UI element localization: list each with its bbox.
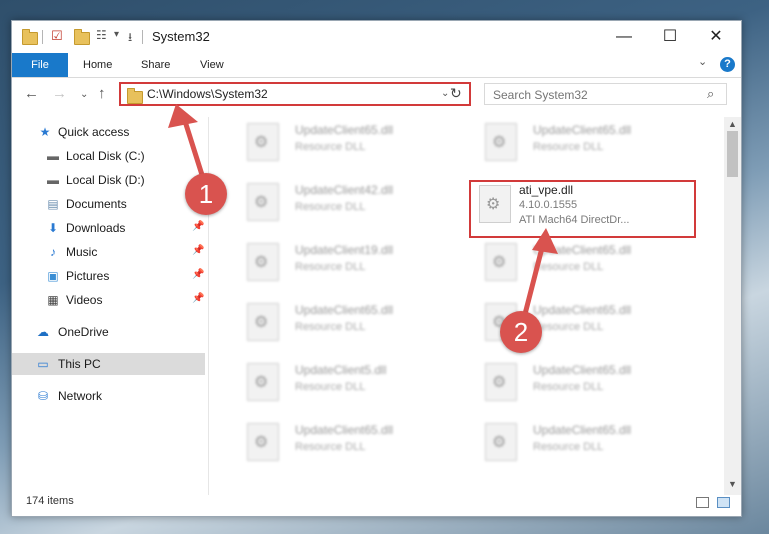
arrowhead-2	[532, 228, 558, 254]
arrow-line-1	[181, 115, 206, 181]
arrow-line-2	[521, 241, 546, 321]
annotation-arrows	[168, 104, 558, 321]
step-2-badge: 2	[500, 311, 542, 353]
step-1-badge: 1	[185, 173, 227, 215]
arrowhead-1	[168, 104, 198, 128]
